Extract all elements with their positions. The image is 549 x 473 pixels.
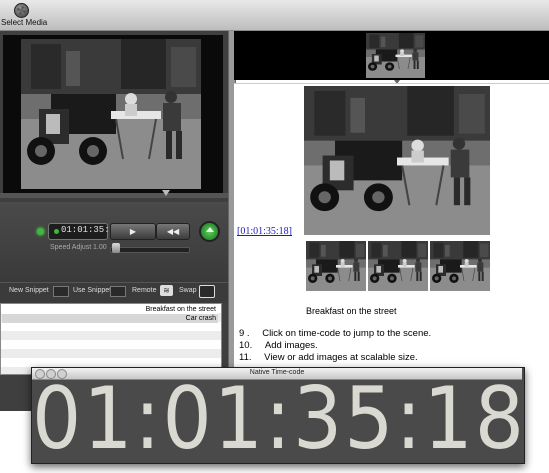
play-button[interactable]: ▶ xyxy=(110,223,156,240)
document-thumbnail[interactable] xyxy=(430,241,490,291)
swap-icon[interactable] xyxy=(199,285,215,298)
list-item-number: 9 . xyxy=(239,328,250,339)
film-reel-icon xyxy=(14,3,29,18)
speed-adjust-label: Speed Adjust xyxy=(50,244,92,251)
list-item[interactable]: Breakfast on the street xyxy=(2,305,218,314)
playback-scrubber[interactable] xyxy=(0,193,228,198)
new-snippet-label[interactable]: New Snippet xyxy=(9,287,49,294)
speed-slider-knob[interactable] xyxy=(112,243,120,253)
new-snippet-button[interactable] xyxy=(53,286,69,297)
large-timecode-display: 01:01:35:18 xyxy=(32,369,526,469)
strip-thumbnail[interactable] xyxy=(366,33,425,78)
list-item: 10. Add images. xyxy=(239,340,318,351)
transport-controls xyxy=(0,202,229,282)
video-frame-image xyxy=(21,35,201,193)
list-item-text: View or add images at scalable size. xyxy=(264,352,418,363)
document-thumbnail[interactable] xyxy=(368,241,428,291)
list-item-number: 11. xyxy=(239,352,252,363)
timecode-indicator-icon xyxy=(54,229,59,234)
use-snippet-label[interactable]: Use Snippet xyxy=(73,287,111,294)
remote-label[interactable]: Remote xyxy=(132,287,157,294)
scrubber-playhead[interactable] xyxy=(162,190,170,196)
list-item-text: Add images. xyxy=(264,340,318,351)
list-item: 9 . Click on time-code to jump to the sc… xyxy=(239,328,431,339)
toolbar xyxy=(0,0,549,31)
rewind-button[interactable]: ◀◀ xyxy=(156,223,190,240)
list-item: 11. View or add images at scalable size. xyxy=(239,352,418,363)
list-item-text: Click on time-code to jump to the scene. xyxy=(262,328,432,339)
speed-adjust-value: 1.00 xyxy=(93,244,107,251)
use-snippet-button[interactable] xyxy=(110,286,126,297)
speed-adjust-slider[interactable] xyxy=(110,247,190,253)
video-viewer[interactable] xyxy=(3,35,223,197)
select-media-label: Select Media xyxy=(1,18,48,27)
select-media-button[interactable]: Select Media xyxy=(0,0,48,30)
list-item-number: 10. xyxy=(239,340,253,351)
timecode-link[interactable]: [01:01:35:18] xyxy=(237,226,292,237)
status-led-icon xyxy=(37,228,44,235)
document-main-image[interactable] xyxy=(304,86,490,235)
eject-button[interactable] xyxy=(199,221,220,242)
document-thumbnail[interactable] xyxy=(306,241,366,291)
wifi-icon[interactable]: ≋ xyxy=(160,285,173,296)
swap-label[interactable]: Swap xyxy=(179,287,197,294)
list-item[interactable]: Car crash xyxy=(2,314,218,323)
image-caption: Breakfast on the street xyxy=(306,306,397,316)
